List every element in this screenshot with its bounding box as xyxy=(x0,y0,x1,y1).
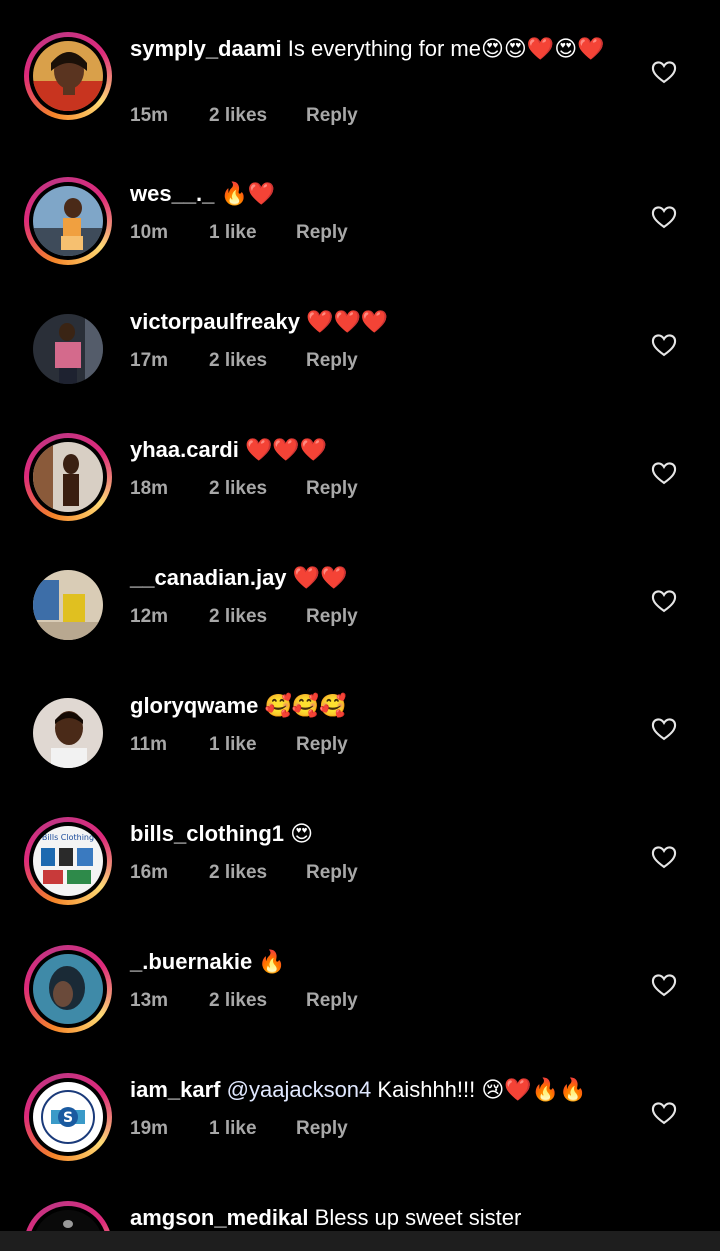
avatar-story-ring[interactable] xyxy=(24,433,112,521)
comment-item: gloryqwame 🥰🥰🥰 11m 1 like Reply xyxy=(0,652,720,780)
comment-likes[interactable]: 1 like xyxy=(209,732,296,758)
heart-outline-icon[interactable] xyxy=(650,971,678,999)
reply-button[interactable]: Reply xyxy=(306,604,358,630)
avatar-story-ring[interactable]: S xyxy=(24,1073,112,1161)
comment-time: 12m xyxy=(130,606,169,627)
heart-outline-icon[interactable] xyxy=(650,843,678,871)
comment-likes[interactable]: 1 like xyxy=(209,220,296,246)
comment-time: 13m xyxy=(130,990,169,1011)
comment-item: __canadian.jay ❤️❤️ 12m 2 likes Reply xyxy=(0,524,720,652)
comment-emoji: 😍 xyxy=(290,822,314,847)
comment-username[interactable]: gloryqwame xyxy=(130,693,258,718)
comment-emoji: ❤️❤️ xyxy=(292,566,348,591)
avatar xyxy=(33,570,103,640)
heart-outline-icon[interactable] xyxy=(650,459,678,487)
heart-outline-icon[interactable] xyxy=(650,587,678,615)
comment-item: symply_daami Is everything for me😍😍❤️😍❤️… xyxy=(0,0,720,128)
bottom-bar xyxy=(0,1231,720,1251)
avatar xyxy=(33,954,103,1024)
avatar-wrapper[interactable] xyxy=(24,305,112,393)
comment-text: Bless up sweet sister xyxy=(314,1205,522,1230)
avatar xyxy=(33,1210,103,1231)
comment-time: 17m xyxy=(130,350,169,371)
comment-item: _.buernakie 🔥 13m 2 likes Reply xyxy=(0,908,720,1036)
logo-letter: S xyxy=(63,1110,73,1126)
comment-time: 11m xyxy=(130,734,167,755)
comment-username[interactable]: yhaa.cardi xyxy=(130,437,239,462)
heart-outline-icon[interactable] xyxy=(650,331,678,359)
reply-button[interactable]: Reply xyxy=(296,220,348,246)
avatar xyxy=(33,698,103,768)
heart-outline-icon[interactable] xyxy=(650,1099,678,1127)
comment-username[interactable]: __canadian.jay xyxy=(130,565,287,590)
comment-emoji: 😢❤️🔥🔥 xyxy=(481,1078,587,1103)
comment-item: Bills Clothing bills_clothing1 😍 16m 2 li… xyxy=(0,780,720,908)
comment-username[interactable]: _.buernakie xyxy=(130,949,252,974)
comment-username[interactable]: wes__._ xyxy=(130,181,214,206)
heart-outline-icon[interactable] xyxy=(650,58,678,86)
comment-likes[interactable]: 2 likes xyxy=(209,103,306,129)
avatar-wrapper[interactable] xyxy=(24,689,112,777)
comment-likes[interactable]: 2 likes xyxy=(209,348,306,374)
comment-emoji: 🔥❤️ xyxy=(220,182,276,207)
reply-button[interactable]: Reply xyxy=(306,348,358,374)
avatar-story-ring[interactable]: Bills Clothing xyxy=(24,817,112,905)
avatar-story-ring[interactable] xyxy=(24,1201,112,1231)
logo-text: Bills Clothing xyxy=(42,833,94,842)
avatar-story-ring[interactable] xyxy=(24,32,112,120)
avatar-wrapper[interactable] xyxy=(24,561,112,649)
comment-likes[interactable]: 1 like xyxy=(209,1116,296,1142)
comment-username[interactable]: iam_karf xyxy=(130,1077,221,1102)
comment-item: amgson_medikal Bless up sweet sister xyxy=(0,1164,720,1231)
comment-likes[interactable]: 2 likes xyxy=(209,988,306,1014)
comment-emoji: 😍😍❤️😍❤️ xyxy=(480,37,605,62)
comment-username[interactable]: bills_clothing1 xyxy=(130,821,284,846)
avatar xyxy=(33,314,103,384)
avatar xyxy=(33,186,103,256)
comment-emoji: 🔥 xyxy=(258,950,286,975)
heart-outline-icon[interactable] xyxy=(650,203,678,231)
reply-button[interactable]: Reply xyxy=(306,860,358,886)
avatar: S xyxy=(33,1082,103,1152)
comment-item: wes__._ 🔥❤️ 10m 1 like Reply xyxy=(0,140,720,268)
comment-likes[interactable]: 2 likes xyxy=(209,860,306,886)
comment-username[interactable]: symply_daami xyxy=(130,36,282,61)
comment-likes[interactable]: 2 likes xyxy=(209,476,306,502)
comment-emoji: ❤️❤️❤️ xyxy=(306,310,389,335)
comment-emoji: 🥰🥰🥰 xyxy=(264,694,347,719)
avatar-story-ring[interactable] xyxy=(24,945,112,1033)
comment-item: victorpaulfreaky ❤️❤️❤️ 17m 2 likes Reply xyxy=(0,268,720,396)
comment-text: Is everything for me xyxy=(287,36,481,61)
comment-item: S iam_karf @yaajackson4 Kaishhh!!! 😢❤️🔥🔥… xyxy=(0,1036,720,1164)
comment-emoji: ❤️❤️❤️ xyxy=(244,438,328,463)
reply-button[interactable]: Reply xyxy=(296,732,348,758)
comment-time: 18m xyxy=(130,478,169,499)
comment-likes[interactable]: 2 likes xyxy=(209,604,306,630)
comment-mention[interactable]: @yaajackson4 xyxy=(227,1077,372,1102)
comment-time: 10m xyxy=(130,222,169,243)
avatar xyxy=(33,442,103,512)
comment-time: 16m xyxy=(130,862,169,883)
avatar xyxy=(33,41,103,111)
avatar-story-ring[interactable] xyxy=(24,177,112,265)
reply-button[interactable]: Reply xyxy=(306,476,358,502)
comment-text: Kaishhh!!! xyxy=(377,1077,476,1102)
reply-button[interactable]: Reply xyxy=(306,103,358,129)
comment-time: 15m xyxy=(130,105,169,126)
reply-button[interactable]: Reply xyxy=(296,1116,348,1142)
avatar: Bills Clothing xyxy=(33,826,103,896)
reply-button[interactable]: Reply xyxy=(306,988,358,1014)
comment-username[interactable]: amgson_medikal xyxy=(130,1205,309,1230)
comment-time: 19m xyxy=(130,1118,169,1139)
heart-outline-icon[interactable] xyxy=(650,715,678,743)
comment-username[interactable]: victorpaulfreaky xyxy=(130,309,300,334)
comment-item: yhaa.cardi ❤️❤️❤️ 18m 2 likes Reply xyxy=(0,396,720,524)
